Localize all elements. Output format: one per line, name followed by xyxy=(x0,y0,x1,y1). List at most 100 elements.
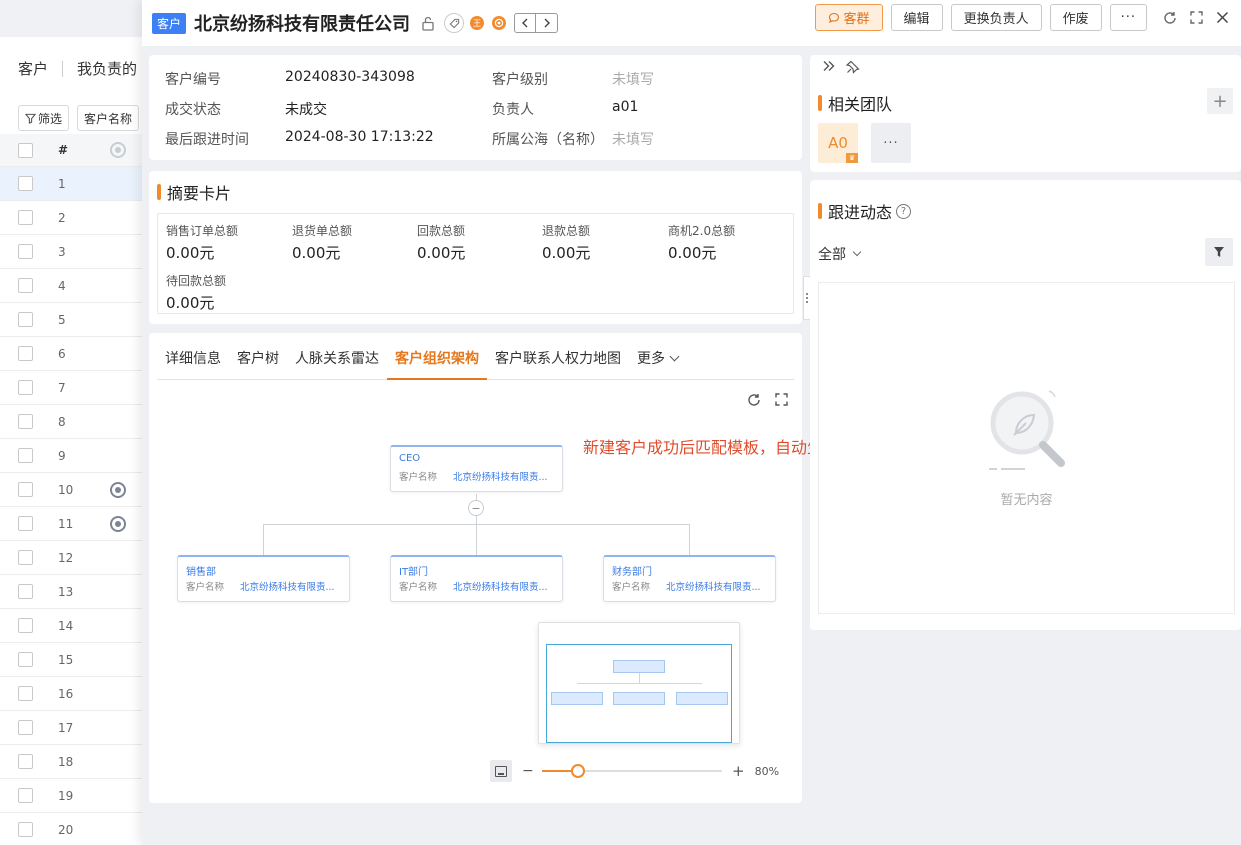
zoom-controls: − + 80% xyxy=(490,760,779,782)
org-node-it[interactable]: IT部门 客户名称 北京纷扬科技有限责... xyxy=(390,555,563,602)
table-row[interactable]: 13 xyxy=(0,575,142,609)
org-minimap[interactable] xyxy=(538,622,740,744)
collapse-toggle[interactable]: − xyxy=(468,500,484,516)
funnel-filter-button[interactable] xyxy=(1205,238,1233,266)
table-row[interactable]: 5 xyxy=(0,303,142,337)
row-checkbox[interactable] xyxy=(18,346,33,361)
row-checkbox[interactable] xyxy=(18,788,33,803)
table-row[interactable]: 18 xyxy=(0,745,142,779)
add-member-button[interactable]: + xyxy=(1207,88,1233,114)
edit-button[interactable]: 编辑 xyxy=(890,4,943,31)
refresh-icon[interactable] xyxy=(1161,9,1179,27)
tab-detail[interactable]: 详细信息 xyxy=(157,332,229,379)
pin-icon[interactable] xyxy=(845,60,860,78)
row-checkbox[interactable] xyxy=(18,516,33,531)
team-member-avatar[interactable]: A0 ♛ xyxy=(818,123,858,163)
table-row[interactable]: 11 xyxy=(0,507,142,541)
unlock-icon[interactable] xyxy=(418,13,438,33)
row-checkbox[interactable] xyxy=(18,754,33,769)
prev-record-button[interactable] xyxy=(514,13,537,33)
org-node-sales[interactable]: 销售部 客户名称 北京纷扬科技有限责... xyxy=(177,555,350,602)
table-row[interactable]: 10 xyxy=(0,473,142,507)
tab-customers[interactable]: 客户 xyxy=(18,58,48,79)
table-row[interactable]: 14 xyxy=(0,609,142,643)
row-checkbox[interactable] xyxy=(18,482,33,497)
row-checkbox[interactable] xyxy=(18,720,33,735)
row-checkbox[interactable] xyxy=(18,244,33,259)
table-row[interactable]: 19 xyxy=(0,779,142,813)
next-record-button[interactable] xyxy=(536,13,559,33)
summary-box: 销售订单总额 0.00元 退货单总额 0.00元 回款总额 0.00元 退款总额 0.00元商… xyxy=(157,213,794,314)
tab-relation-radar[interactable]: 人脉关系雷达 xyxy=(287,332,387,379)
zoom-slider[interactable] xyxy=(542,764,722,778)
tab-org-structure[interactable]: 客户组织架构 xyxy=(387,332,487,380)
org-chart-card: 详细信息 客户树 人脉关系雷达 客户组织架构 客户联系人权力地图 更多 新建客户… xyxy=(149,333,903,803)
chevron-right-icon xyxy=(544,18,550,28)
org-node-finance[interactable]: 财务部门 客户名称 北京纷扬科技有限责... xyxy=(603,555,776,602)
row-checkbox[interactable] xyxy=(18,652,33,667)
table-row[interactable]: 20 xyxy=(0,813,142,845)
table-row[interactable]: 4 xyxy=(0,269,142,303)
zoom-in-button[interactable]: + xyxy=(732,762,745,780)
row-checkbox[interactable] xyxy=(18,686,33,701)
follow-filter-dropdown[interactable]: 全部 xyxy=(818,244,862,264)
table-row[interactable]: 3 xyxy=(0,235,142,269)
table-row[interactable]: 15 xyxy=(0,643,142,677)
list-tabs: 客户 我负责的 xyxy=(0,37,142,100)
tax-badge[interactable]: 王 xyxy=(470,16,485,30)
row-checkbox[interactable] xyxy=(18,822,33,837)
summary-item-label: 待回款总额 xyxy=(166,274,227,288)
summary-title: 摘要卡片 xyxy=(167,184,232,203)
tab-customer-tree[interactable]: 客户树 xyxy=(229,332,287,379)
close-icon[interactable] xyxy=(1213,9,1231,27)
zoom-out-button[interactable]: − xyxy=(522,763,534,779)
table-row[interactable]: 16 xyxy=(0,677,142,711)
tag-icon[interactable] xyxy=(444,13,465,33)
locate-icon[interactable] xyxy=(110,481,126,498)
row-checkbox[interactable] xyxy=(18,312,33,327)
double-chevron-right-icon[interactable] xyxy=(822,60,836,78)
refresh-icon[interactable] xyxy=(747,393,761,411)
table-row[interactable]: 9 xyxy=(0,439,142,473)
summary-item-label: 回款总额 xyxy=(417,224,466,238)
table-row[interactable]: 6 xyxy=(0,337,142,371)
target-badge-icon[interactable] xyxy=(492,16,507,30)
fit-view-button[interactable] xyxy=(490,760,512,782)
row-number: 12 xyxy=(58,550,74,565)
row-checkbox[interactable] xyxy=(18,176,33,191)
locate-icon[interactable] xyxy=(110,515,126,532)
tab-mine[interactable]: 我负责的 xyxy=(77,58,137,79)
zoom-slider-knob[interactable] xyxy=(571,764,585,778)
change-owner-button[interactable]: 更换负责人 xyxy=(950,4,1042,31)
table-row[interactable]: 1 xyxy=(0,167,142,201)
row-checkbox[interactable] xyxy=(18,380,33,395)
table-row[interactable]: 2 xyxy=(0,201,142,235)
void-button[interactable]: 作废 xyxy=(1049,4,1102,31)
select-all-checkbox[interactable] xyxy=(18,142,33,158)
row-checkbox[interactable] xyxy=(18,618,33,633)
fullscreen-icon[interactable] xyxy=(1187,9,1205,27)
filter-button[interactable]: 筛选 xyxy=(18,105,70,131)
table-row[interactable]: 7 xyxy=(0,371,142,405)
row-checkbox[interactable] xyxy=(18,414,33,429)
table-row[interactable]: 17 xyxy=(0,711,142,745)
row-checkbox[interactable] xyxy=(18,278,33,293)
tab-more[interactable]: 更多 xyxy=(629,332,686,379)
customer-group-button[interactable]: 客群 xyxy=(814,4,883,31)
row-checkbox[interactable] xyxy=(18,550,33,565)
more-actions-button[interactable]: ··· xyxy=(1109,4,1147,31)
tab-power-map[interactable]: 客户联系人权力地图 xyxy=(487,332,629,379)
row-checkbox[interactable] xyxy=(18,584,33,599)
detail-tabs: 详细信息 客户树 人脉关系雷达 客户组织架构 客户联系人权力地图 更多 xyxy=(157,333,794,380)
table-row[interactable]: 12 xyxy=(0,541,142,575)
org-node-ceo[interactable]: CEO 客户名称 北京纷扬科技有限责... xyxy=(390,445,563,492)
table-row[interactable]: 8 xyxy=(0,405,142,439)
more-members-button[interactable]: ··· xyxy=(871,123,911,163)
row-checkbox[interactable] xyxy=(18,210,33,225)
header-actions: 客群 编辑 更换负责人 作废 ··· xyxy=(814,4,1231,31)
summary-item-label: 销售订单总额 xyxy=(166,224,239,238)
fullscreen-icon[interactable] xyxy=(775,393,788,411)
row-checkbox[interactable] xyxy=(18,448,33,463)
field-selector[interactable]: 客户名称 xyxy=(77,105,140,131)
help-icon[interactable]: ? xyxy=(896,203,912,219)
